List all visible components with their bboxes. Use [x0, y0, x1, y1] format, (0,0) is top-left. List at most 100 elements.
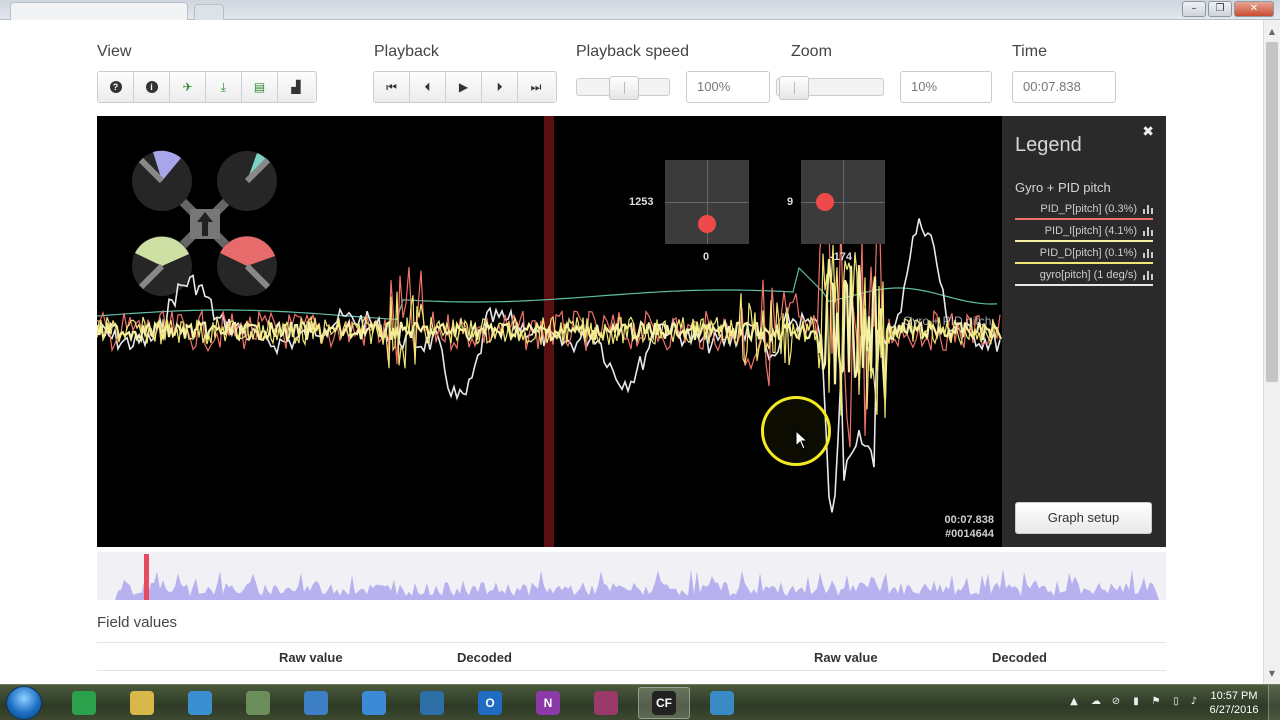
log-graph[interactable]: 1253 0 9 -174 Gyro + PID pitch 00:07.838… — [97, 116, 1002, 547]
close-icon[interactable]: ✖ — [1142, 124, 1154, 140]
skip-start-button[interactable]: ⏮ — [374, 72, 410, 102]
scroll-up-icon[interactable]: ▲ — [1264, 24, 1280, 40]
tray-security-icon[interactable]: ⊘ — [1110, 696, 1122, 708]
histogram-icon[interactable] — [1143, 227, 1153, 236]
throttle-overview — [97, 568, 1166, 600]
graph-series-label: Gyro + PID pitch — [903, 314, 992, 328]
minimize-button[interactable]: – — [1182, 1, 1206, 17]
taskbar-app-explorer[interactable] — [116, 687, 168, 719]
raw-value-header: Raw value — [279, 650, 343, 665]
legend-item-pid-d[interactable]: PID_D[pitch] (0.1%) — [1015, 244, 1153, 264]
legend-title: Legend — [1015, 134, 1082, 156]
histogram-icon: ▟ — [291, 80, 301, 94]
zoom-label: Zoom — [791, 43, 832, 60]
taskbar-app-control-panel[interactable] — [232, 687, 284, 719]
tray-signal-icon[interactable]: ▮ — [1130, 696, 1142, 708]
left-stick-value: 1253 — [629, 196, 654, 208]
tray-volume-icon[interactable]: ♪ — [1188, 696, 1200, 708]
playback-speed-field[interactable]: 100% — [686, 71, 770, 103]
craft-view-button[interactable]: ✈ — [170, 72, 206, 102]
seek-position-marker[interactable] — [144, 554, 149, 600]
maximize-button[interactable]: ❐ — [1208, 1, 1232, 17]
right-stick-bottom-value: -174 — [830, 251, 853, 263]
clock-date: 6/27/2016 — [1209, 704, 1259, 716]
legend-panel: Legend ✖ Gyro + PID pitch PID_P[pitch] (… — [1002, 116, 1166, 547]
seek-bar[interactable] — [97, 552, 1166, 600]
help-button[interactable]: ? — [98, 72, 134, 102]
histogram-icon[interactable] — [1143, 249, 1153, 258]
step-forward-button[interactable]: ⏵ — [482, 72, 518, 102]
histogram-icon[interactable] — [1143, 271, 1153, 280]
view-label: View — [97, 43, 132, 60]
legend-item-label: PID_D[pitch] (0.1%) — [1039, 247, 1137, 259]
chrome-icon — [72, 691, 96, 715]
play-icon: ▶ — [458, 80, 469, 94]
field-table-button[interactable]: ▤ — [242, 72, 278, 102]
time-field[interactable]: 00:07.838 — [1012, 71, 1116, 103]
time-readout: 00:07.838 — [944, 514, 994, 526]
step-back-button[interactable]: ⏴ — [410, 72, 446, 102]
legend-item-label: gyro[pitch] (1 deg/s) — [1039, 269, 1137, 281]
page-scrollbar[interactable]: ▲ ▼ — [1263, 20, 1280, 684]
tray-battery-icon[interactable]: ▯ — [1170, 696, 1182, 708]
histogram-icon[interactable] — [1143, 205, 1153, 214]
taskbar-app-outlook[interactable]: O — [464, 687, 516, 719]
tray-network-icon[interactable]: ☁ — [1090, 696, 1102, 708]
windows-taskbar: O N CF ▲ ☁ ⊘ ▮ ⚑ ▯ ♪ 10:57 PM 6/27/2016 — [0, 684, 1280, 720]
step-back-icon: ⏴ — [424, 79, 431, 94]
onenote-icon: N — [536, 691, 560, 715]
tray-expand-icon[interactable]: ▲ — [1068, 696, 1080, 708]
skip-end-button[interactable]: ⏭ — [518, 72, 554, 102]
legend-item-label: PID_P[pitch] (0.3%) — [1040, 203, 1137, 215]
browser-tab[interactable] — [10, 2, 188, 20]
taskbar-clock[interactable]: 10:57 PM 6/27/2016 — [1204, 689, 1264, 717]
taskbar-app-onenote[interactable]: N — [522, 687, 574, 719]
playback-speed-handle[interactable] — [609, 76, 639, 100]
spreadsheet-icon: ▤ — [253, 80, 266, 94]
taskbar-app-chrome[interactable] — [58, 687, 110, 719]
taskbar-app-book-app[interactable] — [348, 687, 400, 719]
skip-end-icon: ⏭ — [530, 79, 542, 94]
chart-app-icon — [304, 691, 328, 715]
start-button[interactable] — [6, 686, 42, 720]
graph-setup-button[interactable]: Graph setup — [1015, 502, 1152, 534]
browser-chrome: – ❐ ✕ — [0, 0, 1280, 20]
legend-item-pid-p[interactable]: PID_P[pitch] (0.3%) — [1015, 200, 1153, 220]
close-window-button[interactable]: ✕ — [1234, 1, 1274, 17]
show-desktop-button[interactable] — [1268, 685, 1280, 720]
info-button[interactable]: i — [134, 72, 170, 102]
taskbar-app-chart-app[interactable] — [290, 687, 342, 719]
right-stick-dot — [816, 193, 834, 211]
playback-button-group: ⏮ ⏴ ▶ ⏵ ⏭ — [373, 71, 557, 103]
mouse-pointer-icon — [795, 430, 809, 450]
taskbar-app-cleanflight-log[interactable]: CF — [638, 687, 690, 719]
analyser-button[interactable]: ▟ — [278, 72, 314, 102]
export-button[interactable]: ⤓ — [206, 72, 242, 102]
cleanflight-log-icon: CF — [652, 691, 676, 715]
browser-globe-icon — [188, 691, 212, 715]
zoom-handle[interactable] — [779, 76, 809, 100]
frame-readout: #0014644 — [945, 528, 994, 540]
skip-start-icon: ⏮ — [386, 79, 397, 94]
taskbar-app-winrar[interactable] — [580, 687, 632, 719]
zoom-field[interactable]: 10% — [900, 71, 992, 103]
legend-item-pid-i[interactable]: PID_I[pitch] (4.1%) — [1015, 222, 1153, 242]
right-stick-value: 9 — [787, 196, 794, 208]
book-app-icon — [362, 691, 386, 715]
craft-quad-icon — [132, 150, 277, 296]
taskbar-app-signal-app[interactable] — [406, 687, 458, 719]
tray-flag-icon[interactable]: ⚑ — [1150, 696, 1162, 708]
taskbar-app-browser-globe[interactable] — [174, 687, 226, 719]
signal-app-icon — [420, 691, 444, 715]
legend-item-gyro[interactable]: gyro[pitch] (1 deg/s) — [1015, 266, 1153, 286]
taskbar-app-media-app[interactable] — [696, 687, 748, 719]
playback-speed-slider[interactable] — [576, 76, 670, 100]
scroll-down-icon[interactable]: ▼ — [1264, 666, 1280, 682]
aircraft-icon: ✈ — [182, 80, 193, 94]
zoom-slider[interactable] — [776, 76, 884, 100]
scroll-thumb[interactable] — [1266, 42, 1278, 382]
right-stick-box — [801, 160, 885, 244]
play-button[interactable]: ▶ — [446, 72, 482, 102]
new-tab-button[interactable] — [194, 4, 224, 20]
left-stick-bottom-value: 0 — [703, 251, 710, 263]
